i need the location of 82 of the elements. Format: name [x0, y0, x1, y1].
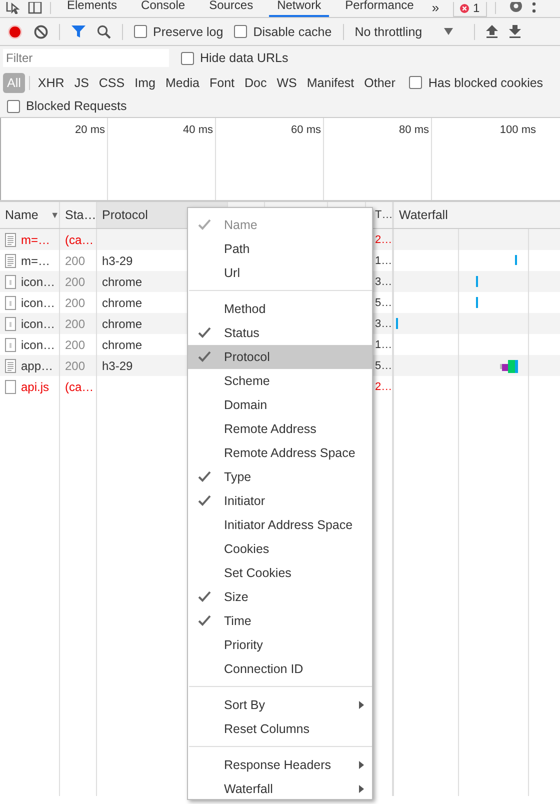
table-cell: 200 — [65, 254, 86, 268]
type-filter-button[interactable]: JS — [70, 72, 93, 92]
type-filter-button[interactable]: WS — [272, 72, 301, 92]
table-cell: chrome — [102, 338, 142, 352]
menu-item[interactable]: Cookies — [188, 537, 372, 561]
table-cell: icon… — [21, 274, 56, 288]
table-cell: app… — [21, 358, 54, 372]
table-cell: 200 — [65, 338, 86, 352]
menu-item[interactable]: Remote Address — [188, 417, 372, 441]
table-cell: 1… — [375, 254, 392, 266]
panel-tab[interactable]: Elements — [59, 0, 126, 17]
type-filter-button[interactable]: XHR — [34, 72, 68, 92]
table-cell: 1… — [375, 338, 392, 350]
table-cell: 3… — [375, 276, 392, 288]
menu-item[interactable]: Reset Columns — [188, 717, 372, 741]
type-filter-button[interactable]: Media — [161, 72, 204, 92]
table-cell: (ca… — [65, 380, 94, 394]
menu-item[interactable]: Protocol — [188, 345, 372, 369]
throttling-dropdown[interactable]: No throttling — [354, 24, 464, 38]
time-tick-label: 100 ms — [500, 124, 536, 136]
type-filter-button[interactable]: CSS — [94, 72, 129, 92]
panel-tab[interactable]: Console — [133, 0, 194, 17]
menu-item[interactable]: Path — [188, 237, 372, 261]
checkbox-label: Disable cache — [253, 24, 332, 38]
table-cell: (ca… — [65, 232, 94, 246]
menu-item[interactable]: Scheme — [188, 369, 372, 393]
table-cell: api.js — [21, 380, 50, 394]
table-cell: 200 — [65, 316, 86, 330]
time-tick-label: 80 ms — [399, 124, 429, 136]
table-cell: 3… — [375, 318, 392, 330]
time-tick-label: 40 ms — [183, 124, 213, 136]
table-cell: m=… — [21, 254, 50, 268]
menu-item[interactable]: Sort By — [188, 693, 372, 717]
menu-item[interactable]: Size — [188, 585, 372, 609]
panel-tab[interactable]: Sources — [201, 0, 262, 17]
time-tick-label: 60 ms — [291, 124, 321, 136]
menu-item[interactable]: Type — [188, 465, 372, 489]
table-cell: 200 — [65, 274, 86, 288]
type-filter-button[interactable]: Font — [206, 72, 239, 92]
table-cell: icon… — [21, 338, 56, 352]
menu-item[interactable]: Remote Address Space — [188, 441, 372, 465]
type-filter-button[interactable]: Doc — [240, 72, 271, 92]
type-filter-button[interactable]: Img — [130, 72, 160, 92]
table-cell: chrome — [102, 296, 142, 310]
checkbox-label: Hide data URLs — [200, 51, 288, 65]
menu-item[interactable]: Time — [188, 609, 372, 633]
type-filter-button[interactable]: Other — [360, 72, 400, 92]
panel-tab[interactable]: Performance — [337, 0, 422, 17]
filter-field[interactable]: Filter — [3, 49, 169, 67]
error-count-button[interactable]: 1 — [453, 2, 487, 17]
menu-item[interactable]: Status — [188, 321, 372, 345]
menu-item[interactable]: Response Headers — [188, 753, 372, 777]
menu-item[interactable]: Priority — [188, 633, 372, 657]
menu-item[interactable]: Connection ID — [188, 657, 372, 681]
menu-item[interactable]: Domain — [188, 393, 372, 417]
more-tabs-button[interactable]: » — [432, 1, 440, 17]
column-header[interactable]: Name ▼ — [0, 202, 60, 228]
time-tick-label: 20 ms — [75, 124, 105, 136]
menu-item[interactable]: Set Cookies — [188, 561, 372, 585]
menu-item[interactable]: Initiator — [188, 489, 372, 513]
column-header[interactable]: Waterfall — [394, 202, 560, 228]
table-cell: 2… — [375, 234, 392, 246]
type-filter-button[interactable]: Manifest — [302, 72, 358, 92]
table-cell: chrome — [102, 274, 142, 288]
table-cell: h3-29 — [102, 254, 133, 268]
menu-item[interactable]: Url — [188, 261, 372, 285]
checkbox-label: Preserve log — [153, 24, 224, 38]
table-cell: icon… — [21, 316, 56, 330]
table-cell: chrome — [102, 316, 142, 330]
table-cell: icon… — [21, 296, 56, 310]
table-cell: h3-29 — [102, 358, 133, 372]
table-cell: 5… — [375, 296, 392, 308]
checkbox-label: Has blocked cookies — [428, 76, 544, 90]
checkbox-label: Blocked Requests — [26, 99, 127, 113]
table-cell: 200 — [65, 358, 86, 372]
menu-item[interactable]: Method — [188, 297, 372, 321]
table-cell: 5… — [375, 360, 392, 372]
menu-item[interactable]: Initiator Address Space — [188, 513, 372, 537]
table-cell: 2… — [375, 380, 392, 392]
table-cell: m=… — [21, 232, 50, 246]
table-cell: 200 — [65, 296, 86, 310]
menu-item[interactable]: Waterfall — [188, 777, 372, 801]
